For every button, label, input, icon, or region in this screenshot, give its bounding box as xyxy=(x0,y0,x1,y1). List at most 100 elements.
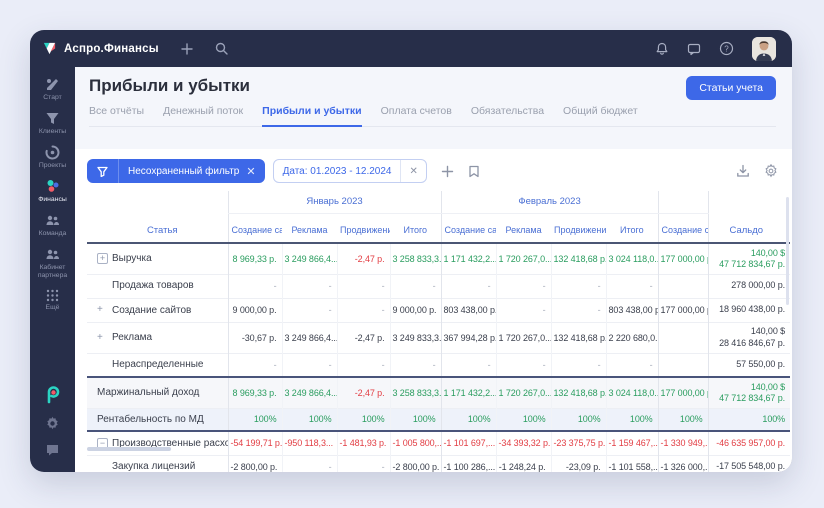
download-icon[interactable] xyxy=(736,164,750,178)
feedback-bubble-icon[interactable] xyxy=(45,443,60,458)
projects-icon xyxy=(45,145,60,160)
col-header: Реклама xyxy=(282,213,337,243)
add-filter-icon[interactable] xyxy=(441,165,454,178)
sidebar-item-projects[interactable]: Проекты xyxy=(31,145,75,170)
value-cell: -34 393,32 р. xyxy=(496,431,551,455)
sidebar-item-finance[interactable]: Финансы xyxy=(31,178,75,204)
tab-bill-payment[interactable]: Оплата счетов xyxy=(381,105,452,126)
settings-gear-icon[interactable] xyxy=(45,416,60,431)
value-cell: 100% xyxy=(496,408,551,431)
table-row: +Создание сайтов9 000,00 р.--9 000,00 р.… xyxy=(87,298,790,322)
table-row: Маржинальный доход8 969,33 р.3 249 866,4… xyxy=(87,377,790,408)
tab-obligations[interactable]: Обязательства xyxy=(471,105,544,126)
col-header: Продвижение xyxy=(551,213,606,243)
sidebar-item-start[interactable]: Старт xyxy=(31,77,75,102)
value-cell: - xyxy=(282,353,337,377)
search-icon[interactable] xyxy=(215,42,228,55)
table-settings-gear-icon[interactable] xyxy=(764,164,778,178)
article-cell[interactable]: −Производственные расходы xyxy=(87,431,228,455)
help-icon[interactable]: ? xyxy=(719,41,734,56)
value-cell: 132 418,68 р. xyxy=(551,377,606,408)
value-cell: - xyxy=(496,353,551,377)
value-cell: -2,47 р. xyxy=(337,322,390,353)
filter-funnel-icon[interactable] xyxy=(87,159,119,183)
remove-filter-icon[interactable]: ✕ xyxy=(246,165,255,178)
table-row: +Реклама-30,67 р.3 249 866,4...-2,47 р.3… xyxy=(87,322,790,353)
expand-plus-icon[interactable]: + xyxy=(97,332,112,343)
expand-plus-icon[interactable]: + xyxy=(97,304,112,315)
col-header: Итого xyxy=(606,213,658,243)
value-cell: - xyxy=(228,274,282,298)
sidebar: Старт Клиенты Проекты Финансы Команда Ка… xyxy=(30,67,75,472)
article-cell[interactable]: Закупка лицензий xyxy=(87,455,228,472)
value-cell: 8 969,33 р. xyxy=(228,243,282,274)
value-cell: -23,09 р. xyxy=(551,455,606,472)
value-cell: 1 720 267,0... xyxy=(496,322,551,353)
saldo-cell: 100% xyxy=(708,408,790,431)
value-cell: 100% xyxy=(551,408,606,431)
value-cell: -1 005 800,... xyxy=(390,431,441,455)
col-header: Создание сайтов xyxy=(441,213,496,243)
value-cell: 9 000,00 р. xyxy=(390,298,441,322)
value-cell: 3 024 118,0... xyxy=(606,243,658,274)
value-cell: -1 330 949,... xyxy=(658,431,708,455)
value-cell: - xyxy=(551,298,606,322)
saldo-cell: 18 960 438,00 р. xyxy=(708,298,790,322)
article-cell[interactable]: Продажа товаров xyxy=(87,274,228,298)
value-cell: 803 438,00 р. xyxy=(441,298,496,322)
vertical-scrollbar[interactable] xyxy=(786,197,789,305)
topbar: Аспро.Финансы ? xyxy=(30,30,792,67)
team-icon xyxy=(45,213,60,228)
saldo-cell: 140,00 $47 712 834,67 р. xyxy=(708,377,790,408)
value-cell: 100% xyxy=(337,408,390,431)
table-row: Нераспределенные--------57 550,00 р. xyxy=(87,353,790,377)
article-cell[interactable]: Маржинальный доход xyxy=(87,377,228,408)
tab-all-reports[interactable]: Все отчёты xyxy=(89,105,144,126)
value-cell: -1 101 558,... xyxy=(606,455,658,472)
saldo-cell: -46 635 957,00 р. xyxy=(708,431,790,455)
value-cell: 132 418,68 р. xyxy=(551,243,606,274)
value-cell: 3 249 866,4... xyxy=(282,243,337,274)
app-logo-icon xyxy=(42,41,57,56)
notifications-bell-icon[interactable] xyxy=(655,42,669,56)
unsaved-filter-chip[interactable]: Несохраненный фильтр ✕ xyxy=(87,159,265,183)
sidebar-item-team[interactable]: Команда xyxy=(31,213,75,238)
value-cell: -1 248,24 р. xyxy=(496,455,551,472)
value-cell: 9 000,00 р. xyxy=(228,298,282,322)
article-cell[interactable]: +Выручка xyxy=(87,243,228,274)
article-cell[interactable]: +Реклама xyxy=(87,322,228,353)
saldo-cell: 140,00 $28 416 846,67 р. xyxy=(708,322,790,353)
messages-icon[interactable] xyxy=(687,42,701,56)
accounting-articles-button[interactable]: Статьи учета xyxy=(686,76,776,100)
page-title: Прибыли и убытки xyxy=(89,76,776,96)
value-cell: -2,47 р. xyxy=(337,377,390,408)
article-cell[interactable]: Нераспределенные xyxy=(87,353,228,377)
month-group-march xyxy=(658,191,708,213)
value-cell: 3 249 833,3... xyxy=(390,322,441,353)
sidebar-item-clients[interactable]: Клиенты xyxy=(31,111,75,136)
tab-cash-flow[interactable]: Денежный поток xyxy=(163,105,243,126)
horizontal-scrollbar[interactable] xyxy=(87,447,171,451)
sidebar-item-partner-cabinet[interactable]: Кабинет партнера xyxy=(31,247,75,280)
article-cell[interactable]: +Создание сайтов xyxy=(87,298,228,322)
tab-general-budget[interactable]: Общий бюджет xyxy=(563,105,638,126)
value-cell: - xyxy=(282,455,337,472)
add-icon[interactable] xyxy=(181,43,193,55)
save-bookmark-icon[interactable] xyxy=(468,165,480,178)
clients-funnel-icon xyxy=(45,111,60,126)
user-avatar[interactable] xyxy=(752,37,776,61)
svg-text:?: ? xyxy=(724,44,729,53)
date-filter-chip[interactable]: Дата: 01.2023 - 12.2024 ✕ xyxy=(273,159,427,183)
expand-icon[interactable]: + xyxy=(97,253,108,264)
value-cell: -2 800,00 р. xyxy=(390,455,441,472)
article-cell[interactable]: Рентабельность по МД xyxy=(87,408,228,431)
value-cell: - xyxy=(337,353,390,377)
more-grid-icon xyxy=(46,289,59,302)
remove-date-filter-icon[interactable]: ✕ xyxy=(400,160,425,182)
value-cell: -23 375,75 р. xyxy=(551,431,606,455)
tab-profit-loss[interactable]: Прибыли и убытки xyxy=(262,105,361,127)
product-logo-icon[interactable] xyxy=(44,386,62,404)
month-group-february: Февраль 2023 xyxy=(441,191,658,213)
sidebar-item-more[interactable]: Ещё xyxy=(31,289,75,312)
value-cell: 2 220 680,0... xyxy=(606,322,658,353)
